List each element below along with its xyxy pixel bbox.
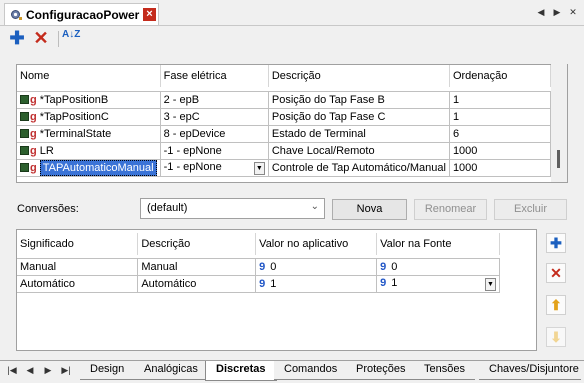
tab-analogicas[interactable]: Analógicas bbox=[134, 361, 208, 380]
tab-prev-icon[interactable]: ◀ bbox=[24, 365, 36, 376]
column-header-descricao[interactable]: Descrição bbox=[137, 233, 257, 255]
tab-next-icon[interactable]: ▶ bbox=[42, 365, 54, 376]
phase-dropdown-icon[interactable]: ▼ bbox=[253, 161, 265, 175]
cell-app-value: 0 bbox=[270, 260, 277, 273]
column-header-valor-aplicativo[interactable]: Valor no aplicativo bbox=[255, 233, 378, 255]
cell-meaning: Manual bbox=[17, 258, 139, 276]
cell-description: Controle de Tap Automático/Manual bbox=[268, 159, 450, 177]
column-header-fase[interactable]: Fase elétrica bbox=[160, 65, 269, 87]
cell-order: 1 bbox=[449, 91, 552, 109]
g-icon: g bbox=[30, 127, 37, 140]
document-tab[interactable]: ConfiguracaoPower × bbox=[4, 3, 159, 25]
g-icon: g bbox=[30, 93, 37, 106]
table-row-selected[interactable]: Automático Automático 91 9 1 ▼ bbox=[17, 275, 500, 293]
add-icon[interactable]: ✚ bbox=[8, 29, 26, 48]
value-icon: 9 bbox=[380, 260, 387, 273]
new-conversion-button[interactable]: Nova bbox=[332, 199, 407, 220]
delete-icon[interactable]: ✕ bbox=[32, 29, 50, 48]
column-header-nome[interactable]: Nome bbox=[17, 65, 161, 87]
document-tab-title: ConfiguracaoPower bbox=[26, 8, 140, 22]
cell-description: Manual bbox=[137, 258, 257, 276]
table-row[interactable]: g *TerminalState 8 - epDevice Estado de T… bbox=[17, 125, 552, 143]
conversions-select[interactable]: (default) ⌄ bbox=[140, 198, 325, 219]
cell-meaning: Automático bbox=[17, 275, 139, 293]
cell-description: Posição do Tap Fase B bbox=[268, 91, 450, 109]
discrete-icon bbox=[20, 94, 29, 104]
cell-description: Chave Local/Remoto bbox=[268, 142, 450, 160]
scrollbar-thumb[interactable] bbox=[557, 150, 560, 168]
cell-order: 1 bbox=[449, 108, 552, 126]
value-icon: 9 bbox=[259, 260, 266, 273]
g-icon: g bbox=[30, 161, 37, 174]
discrete-icon bbox=[20, 145, 29, 155]
cell-name: *TapPositionC bbox=[39, 110, 109, 123]
cell-phase: -1 - epNone bbox=[163, 160, 222, 173]
table-row-selected[interactable]: g TAPAutomaticoManual -1 - epNone ▼ Contro… bbox=[17, 159, 552, 177]
cell-description: Automático bbox=[137, 275, 257, 293]
cell-phase: 2 - epB bbox=[160, 91, 269, 109]
value-icon: 9 bbox=[259, 277, 266, 290]
cell-order: 1000 bbox=[449, 142, 552, 160]
cell-name: *TerminalState bbox=[39, 127, 112, 140]
discrete-icon bbox=[20, 128, 29, 138]
cell-app-value: 1 bbox=[270, 277, 277, 290]
column-header-valor-fonte[interactable]: Valor na Fonte bbox=[376, 233, 500, 255]
close-window-icon[interactable]: ✕ bbox=[567, 6, 579, 18]
tab-last-icon[interactable]: ▶| bbox=[60, 365, 72, 376]
cell-source-editor[interactable]: 9 1 ▼ bbox=[376, 275, 500, 293]
conversions-label: Conversões: bbox=[17, 203, 79, 215]
move-down-button[interactable]: ⬇ bbox=[546, 327, 566, 347]
delete-value-button[interactable]: ✕ bbox=[546, 263, 566, 283]
table-row[interactable]: g *TapPositionB 2 - epB Posição do Tap Fa… bbox=[17, 91, 552, 109]
tab-tensoes[interactable]: Tensões bbox=[414, 361, 475, 380]
conversion-values-table: Significado Descrição Valor no aplicativ… bbox=[17, 233, 500, 293]
add-value-button[interactable]: ✚ bbox=[546, 233, 566, 253]
g-icon: g bbox=[30, 110, 37, 123]
tab-chaves-disjuntores[interactable]: Chaves/Disjuntore bbox=[479, 361, 581, 380]
tab-protecoes[interactable]: Proteções bbox=[346, 361, 416, 380]
table-row[interactable]: Manual Manual 90 90 bbox=[17, 258, 500, 276]
column-header-descricao[interactable]: Descrição bbox=[268, 65, 450, 87]
value-icon: 9 bbox=[380, 276, 387, 289]
cell-order: 6 bbox=[449, 125, 552, 143]
delete-conversion-button[interactable]: Excluir bbox=[494, 199, 567, 220]
table-header-row: Nome Fase elétrica Descrição Ordenação bbox=[17, 65, 552, 87]
table-row[interactable]: g LR -1 - epNone Chave Local/Remoto 1000 bbox=[17, 142, 552, 160]
chevron-down-icon: ⌄ bbox=[310, 201, 319, 212]
discrete-points-table: Nome Fase elétrica Descrição Ordenação g… bbox=[17, 65, 552, 177]
cell-source-value: 1 bbox=[391, 276, 398, 289]
conversions-selected-value: (default) bbox=[147, 202, 188, 214]
cell-description: Posição do Tap Fase C bbox=[268, 108, 450, 126]
g-icon: g bbox=[30, 144, 37, 157]
cell-phase: 8 - epDevice bbox=[160, 125, 269, 143]
source-dropdown-icon[interactable]: ▼ bbox=[485, 277, 496, 291]
cell-description: Estado de Terminal bbox=[268, 125, 450, 143]
scroll-tabs-left-icon[interactable]: ◀ bbox=[535, 6, 547, 18]
discrete-icon bbox=[20, 162, 29, 172]
discrete-icon bbox=[20, 111, 29, 121]
tab-comandos[interactable]: Comandos bbox=[274, 361, 348, 380]
name-edit-field[interactable]: TAPAutomaticoManual bbox=[39, 159, 157, 175]
gear-app-icon bbox=[11, 10, 22, 20]
rename-conversion-button[interactable]: Renomear bbox=[414, 199, 487, 220]
toolbar-separator bbox=[58, 31, 59, 47]
table-header-row: Significado Descrição Valor no aplicativ… bbox=[17, 233, 500, 255]
cell-source-value: 0 bbox=[391, 260, 398, 273]
table-row[interactable]: g *TapPositionC 3 - epC Posição do Tap Fa… bbox=[17, 108, 552, 126]
tab-first-icon[interactable]: |◀ bbox=[6, 365, 18, 376]
scroll-tabs-right-icon[interactable]: ▶ bbox=[551, 6, 563, 18]
cell-order: 1000 bbox=[449, 159, 552, 177]
column-header-ordenacao[interactable]: Ordenação bbox=[449, 65, 552, 87]
sort-az-icon[interactable]: A↓Z bbox=[62, 30, 84, 48]
cell-phase: -1 - epNone bbox=[160, 142, 269, 160]
cell-name: LR bbox=[39, 144, 54, 157]
cell-name: *TapPositionB bbox=[39, 93, 109, 106]
cell-phase-editor[interactable]: -1 - epNone ▼ bbox=[160, 159, 269, 177]
close-tab-button[interactable]: × bbox=[143, 8, 156, 21]
move-up-button[interactable]: ⬆ bbox=[546, 295, 566, 315]
tab-discretas[interactable]: Discretas bbox=[205, 361, 277, 381]
tab-design[interactable]: Design bbox=[80, 361, 135, 380]
cell-phase: 3 - epC bbox=[160, 108, 269, 126]
column-header-significado[interactable]: Significado bbox=[17, 233, 139, 255]
